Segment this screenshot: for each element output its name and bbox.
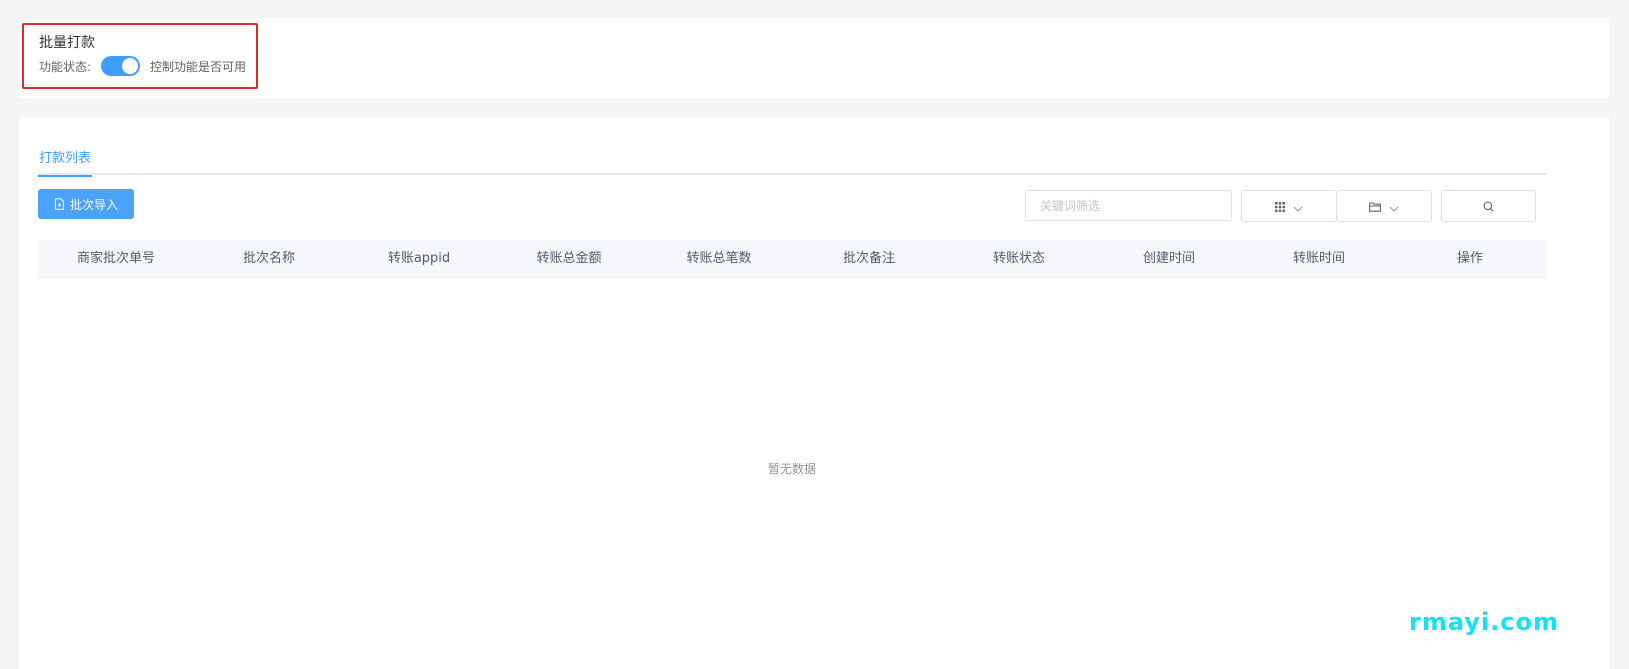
feature-card: 批量打款 功能状态: 控制功能是否可用 xyxy=(19,18,1609,98)
column-header: 转账appid xyxy=(387,250,451,266)
column-header: 操作 xyxy=(1456,250,1483,266)
folder-icon xyxy=(1369,197,1381,216)
column-header: 商家批次单号 xyxy=(76,250,155,266)
tab-payment-list[interactable]: 打款列表 xyxy=(38,147,93,177)
file-import-icon xyxy=(54,198,65,210)
feature-status-row: 功能状态: 控制功能是否可用 xyxy=(39,56,247,76)
column-header: 批次名称 xyxy=(242,250,295,266)
table-empty-text: 暂无数据 xyxy=(767,462,816,476)
grid-icon xyxy=(1275,197,1285,216)
batch-import-button[interactable]: 批次导入 xyxy=(38,189,134,219)
status-label: 功能状态: xyxy=(39,59,92,74)
column-settings-button[interactable] xyxy=(1241,190,1337,222)
export-button[interactable] xyxy=(1336,190,1432,222)
search-icon xyxy=(1483,197,1494,216)
column-header: 转账状态 xyxy=(992,250,1045,266)
search-button[interactable] xyxy=(1441,190,1536,222)
payment-list-card: 打款列表 批次导入 关键词筛选 商家批次单号 批次名称 转账appid 转账总金… xyxy=(19,117,1609,669)
column-header: 批次备注 xyxy=(842,250,895,266)
column-header: 转账时间 xyxy=(1292,250,1345,266)
switch-knob xyxy=(122,58,139,74)
column-header: 创建时间 xyxy=(1142,250,1195,266)
column-header: 转账总笔数 xyxy=(686,250,752,266)
batch-import-label: 批次导入 xyxy=(69,197,118,212)
tabs: 打款列表 xyxy=(38,147,1546,177)
switch-hint: 控制功能是否可用 xyxy=(150,59,247,74)
feature-toggle-switch[interactable] xyxy=(101,56,141,76)
chevron-down-icon xyxy=(1389,197,1399,216)
feature-title: 批量打款 xyxy=(39,35,95,51)
column-header: 转账总金额 xyxy=(536,250,602,266)
keyword-search-input[interactable] xyxy=(1025,190,1232,221)
chevron-down-icon xyxy=(1293,197,1303,216)
watermark: rmayi.com xyxy=(1409,608,1560,636)
table-header: 商家批次单号 批次名称 转账appid 转账总金额 转账总笔数 批次备注 转账状… xyxy=(38,240,1546,278)
